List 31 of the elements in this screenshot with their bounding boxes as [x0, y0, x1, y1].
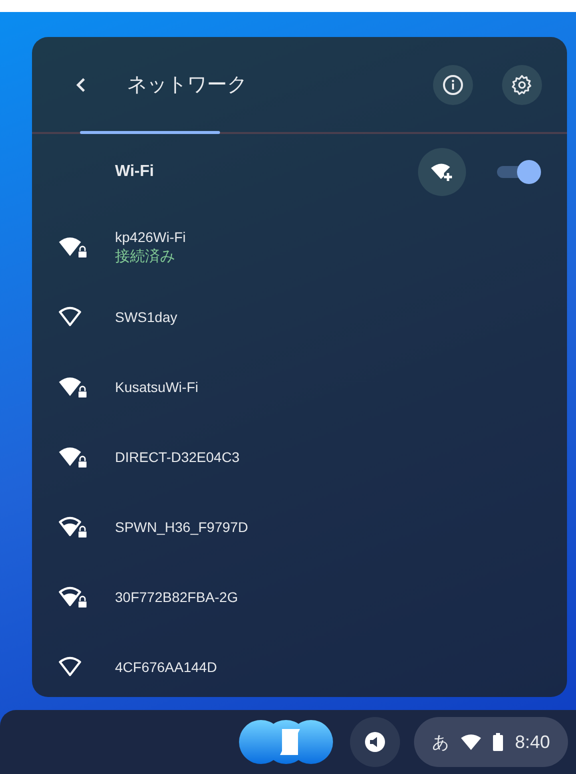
cloud-launcher-icon[interactable]	[238, 719, 334, 765]
battery-icon	[492, 733, 503, 751]
info-button[interactable]	[433, 64, 473, 104]
wifi-plus-icon	[430, 161, 454, 183]
add-wifi-button[interactable]	[418, 148, 466, 196]
network-name: 30F772B82FBA-2G	[115, 589, 238, 605]
wifi-label: Wi-Fi	[115, 163, 155, 181]
clock-time: 8:40	[514, 732, 550, 752]
network-name: SPWN_H36_F9797D	[115, 519, 248, 535]
info-icon	[442, 74, 464, 96]
network-name: SWS1day	[115, 309, 178, 325]
speaker-icon	[364, 731, 386, 753]
network-item[interactable]: DIRECT-D32E04C3	[32, 422, 567, 492]
wifi-toggle[interactable]	[495, 159, 541, 185]
network-item[interactable]: 30F772B82FBA-2G	[32, 562, 567, 632]
panel-title: ネットワーク	[127, 73, 248, 98]
network-item[interactable]: KusatsuWi-Fi	[32, 352, 567, 422]
network-name: kp426Wi-Fi	[115, 228, 186, 244]
wifi-icon	[460, 734, 481, 750]
settings-button[interactable]	[502, 64, 542, 104]
network-item[interactable]: 4CF676AA144D	[32, 632, 567, 697]
status-tray[interactable]: あ 8:40	[414, 717, 568, 767]
network-item[interactable]: SPWN_H36_F9797D	[32, 492, 567, 562]
ime-indicator: あ	[432, 732, 449, 754]
network-name: DIRECT-D32E04C3	[115, 449, 240, 465]
network-item[interactable]: SWS1day	[32, 282, 567, 352]
connection-status: 接続済み	[115, 246, 176, 266]
settings-icon	[511, 74, 533, 96]
network-name: KusatsuWi-Fi	[115, 379, 198, 395]
network-item[interactable]: kp426Wi-Fi 接続済み	[32, 212, 567, 282]
network-name: 4CF676AA144D	[115, 659, 217, 675]
